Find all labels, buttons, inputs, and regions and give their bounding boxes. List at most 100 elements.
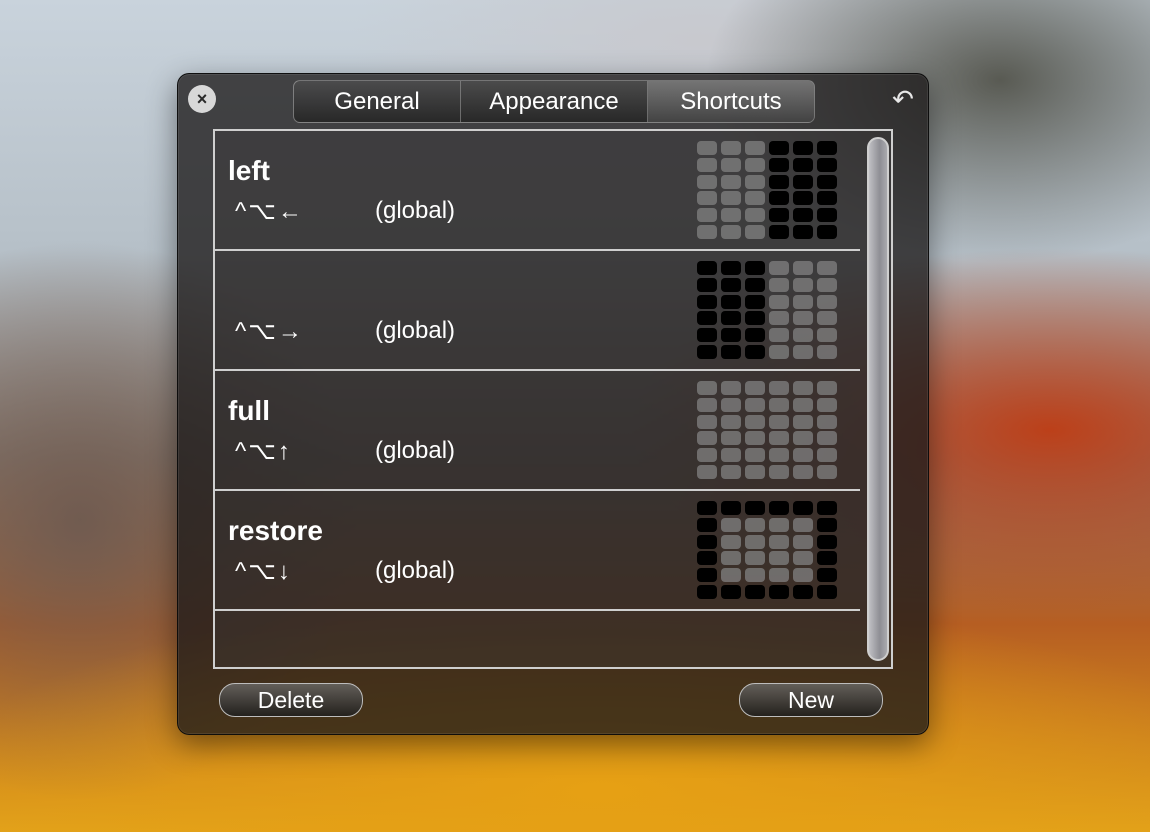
- grid-cell: [745, 141, 765, 155]
- grid-cell: [817, 448, 837, 463]
- grid-cell: [697, 448, 717, 463]
- grid-cell-selected: [769, 208, 789, 223]
- grid-cell-selected: [697, 328, 717, 343]
- grid-cell-selected: [721, 261, 741, 275]
- shortcut-scope: (global): [375, 557, 456, 584]
- grid-cell-selected: [745, 311, 765, 326]
- grid-cell: [769, 311, 789, 326]
- shortcut-scope: (global): [375, 437, 456, 464]
- grid-cell: [745, 414, 765, 429]
- grid-cell: [769, 431, 789, 446]
- grid-cell: [817, 381, 837, 395]
- grid-cell-selected: [721, 294, 741, 309]
- grid-cell: [769, 294, 789, 309]
- grid-cell: [769, 568, 789, 583]
- shortcut-keys: ^⌥←: [235, 198, 304, 225]
- undo-button[interactable]: ↶: [888, 84, 918, 114]
- new-button[interactable]: New: [739, 683, 883, 717]
- grid-cell: [817, 294, 837, 309]
- grid-cell-selected: [817, 224, 837, 239]
- grid-cell: [745, 381, 765, 395]
- grid-cell-selected: [793, 584, 813, 599]
- grid-cell-selected: [769, 174, 789, 189]
- vertical-scrollbar[interactable]: [867, 137, 889, 661]
- grid-cell: [745, 431, 765, 446]
- grid-cell: [769, 551, 789, 566]
- grid-cell: [697, 464, 717, 479]
- grid-cell-selected: [697, 584, 717, 599]
- grid-cell-selected: [817, 517, 837, 532]
- grid-cell-selected: [817, 174, 837, 189]
- tab-shortcuts[interactable]: Shortcuts: [648, 81, 814, 122]
- grid-cell: [697, 397, 717, 412]
- grid-cell-selected: [721, 501, 741, 515]
- grid-cell: [769, 517, 789, 532]
- grid-cell: [721, 141, 741, 155]
- tab-appearance[interactable]: Appearance: [461, 81, 648, 122]
- grid-cell: [769, 261, 789, 275]
- grid-cell-selected: [745, 584, 765, 599]
- grid-cell-selected: [793, 501, 813, 515]
- layout-preview-grid: [697, 141, 837, 239]
- grid-cell-selected: [817, 141, 837, 155]
- grid-cell-selected: [697, 568, 717, 583]
- close-button[interactable]: ×: [188, 85, 216, 113]
- grid-cell: [793, 534, 813, 549]
- grid-cell: [793, 551, 813, 566]
- shortcut-keys: ^⌥↓: [235, 558, 292, 585]
- tab-bar: General Appearance Shortcuts: [293, 80, 815, 123]
- layout-preview-grid: [697, 501, 837, 599]
- grid-cell: [793, 414, 813, 429]
- grid-cell: [721, 551, 741, 566]
- shortcut-row[interactable]: full ^⌥↑ (global): [215, 371, 860, 491]
- shortcut-list: left ^⌥← (global) ^⌥→ (global) full ^⌥↑ …: [213, 129, 893, 669]
- delete-button[interactable]: Delete: [219, 683, 363, 717]
- tab-general[interactable]: General: [294, 81, 461, 122]
- grid-cell: [697, 414, 717, 429]
- grid-cell: [697, 191, 717, 206]
- grid-cell-selected: [817, 534, 837, 549]
- grid-cell: [721, 414, 741, 429]
- grid-cell-selected: [697, 551, 717, 566]
- grid-cell: [697, 224, 717, 239]
- grid-cell: [745, 224, 765, 239]
- grid-cell: [793, 568, 813, 583]
- grid-cell: [721, 224, 741, 239]
- shortcut-name: restore: [228, 515, 323, 546]
- grid-cell: [721, 534, 741, 549]
- shortcut-keys: ^⌥→: [235, 318, 304, 345]
- grid-cell-selected: [721, 311, 741, 326]
- shortcut-scope: (global): [375, 317, 456, 344]
- grid-cell-selected: [793, 208, 813, 223]
- shortcut-row[interactable]: restore ^⌥↓ (global): [215, 491, 860, 611]
- close-icon: ×: [196, 88, 208, 109]
- grid-cell: [817, 261, 837, 275]
- shortcut-name: left: [228, 155, 270, 186]
- grid-cell-selected: [793, 191, 813, 206]
- grid-cell-selected: [697, 261, 717, 275]
- shortcut-row[interactable]: left ^⌥← (global): [215, 131, 860, 251]
- grid-cell-selected: [817, 551, 837, 566]
- grid-cell: [745, 208, 765, 223]
- grid-cell-selected: [697, 277, 717, 292]
- grid-cell: [745, 174, 765, 189]
- grid-cell: [817, 344, 837, 359]
- grid-cell-selected: [817, 584, 837, 599]
- grid-cell-selected: [721, 277, 741, 292]
- layout-preview-grid: [697, 381, 837, 479]
- grid-cell: [817, 328, 837, 343]
- grid-cell-selected: [793, 157, 813, 172]
- grid-cell: [745, 448, 765, 463]
- grid-cell-selected: [745, 344, 765, 359]
- grid-cell-selected: [697, 311, 717, 326]
- grid-cell: [769, 534, 789, 549]
- shortcut-scope: (global): [375, 197, 456, 224]
- grid-cell-selected: [721, 344, 741, 359]
- grid-cell: [793, 464, 813, 479]
- grid-cell-selected: [769, 141, 789, 155]
- grid-cell: [793, 277, 813, 292]
- shortcut-keys: ^⌥↑: [235, 438, 292, 465]
- grid-cell: [745, 397, 765, 412]
- grid-cell: [745, 551, 765, 566]
- shortcut-row[interactable]: ^⌥→ (global): [215, 251, 860, 371]
